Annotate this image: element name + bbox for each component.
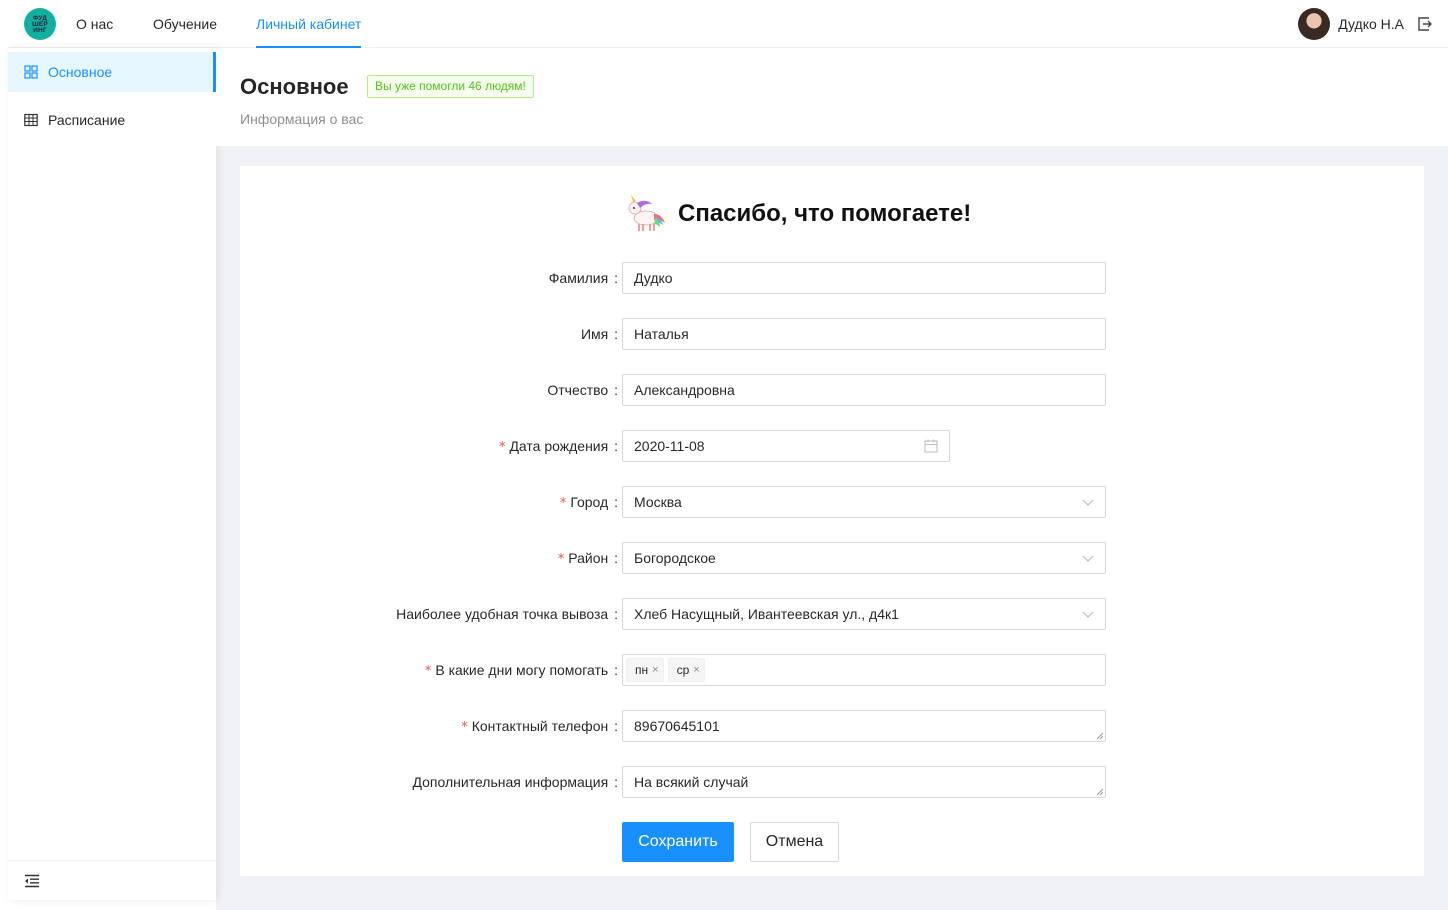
page-subtitle: Информация о вас — [240, 111, 364, 127]
profile-form-card: Спасибо, что помогаете! Фамилия : Дудко … — [240, 166, 1424, 876]
chevron-down-icon — [1082, 555, 1094, 562]
additional-info-value: На всякий случай — [634, 774, 749, 790]
phone-label: * Контактный телефон : — [461, 718, 618, 735]
calendar-icon[interactable] — [924, 439, 938, 453]
pickup-point-select[interactable]: Хлеб Насущный, Ивантеевская ул., д4к1 — [622, 598, 1106, 630]
day-tag: ср × — [667, 658, 705, 682]
city-select[interactable]: Москва — [622, 486, 1106, 518]
logout-icon[interactable] — [1416, 16, 1432, 32]
save-button[interactable]: Сохранить — [622, 822, 734, 862]
resize-handle-icon[interactable] — [1095, 731, 1104, 740]
days-label: * В какие дни могу помогать : — [424, 662, 618, 679]
district-select[interactable]: Богородское — [622, 542, 1106, 574]
sidebar-item-label: Основное — [48, 64, 113, 80]
sidebar: Основное Расписание — [8, 48, 216, 900]
page-header: Основное Вы уже помогли 46 людям! Информ… — [216, 48, 1448, 146]
form-title-text: Спасибо, что помогаете! — [678, 200, 972, 227]
sidebar-item-label: Расписание — [48, 112, 126, 128]
first-name-label: Имя : — [580, 326, 618, 342]
sidebar-item-schedule[interactable]: Расписание — [8, 100, 216, 140]
birth-date-picker[interactable]: 2020-11-08 — [622, 430, 950, 462]
form-row-city: * Город : Москва — [240, 486, 1424, 518]
form-row-birth-date: * Дата рождения : 2020-11-08 — [240, 430, 1424, 462]
additional-info-label: Дополнительная информация : — [412, 774, 619, 790]
cancel-button[interactable]: Отмена — [750, 822, 839, 862]
form-row-last-name: Фамилия : Дудко — [240, 262, 1424, 294]
form-row-first-name: Имя : Наталья — [240, 318, 1424, 350]
resize-handle-icon[interactable] — [1095, 787, 1104, 796]
patronymic-label: Отчество : — [547, 382, 618, 398]
user-name[interactable]: Дудко Н.А — [1338, 16, 1404, 32]
nav-learning[interactable]: Обучение — [153, 0, 217, 48]
pickup-point-label: Наиболее удобная точка вывоза : — [396, 606, 618, 622]
district-label: * Район : — [557, 550, 618, 567]
last-name-input[interactable]: Дудко — [622, 262, 1106, 294]
day-tag-label: ср — [676, 663, 690, 677]
form-row-pickup-point: Наиболее удобная точка вывоза : Хлеб Нас… — [240, 598, 1424, 630]
chevron-down-icon — [1082, 499, 1094, 506]
phone-value: 89670645101 — [634, 718, 720, 734]
birth-date-value: 2020-11-08 — [634, 438, 705, 454]
page-title: Основное — [240, 74, 349, 99]
day-tag-label: пн — [635, 663, 649, 677]
close-icon[interactable]: × — [652, 659, 658, 681]
city-value: Москва — [634, 494, 682, 510]
user-area: Дудко Н.А — [1298, 8, 1432, 40]
nav-about[interactable]: О нас — [76, 0, 113, 48]
close-icon[interactable]: × — [693, 659, 699, 681]
additional-info-textarea[interactable]: На всякий случай — [622, 766, 1106, 798]
phone-textarea[interactable]: 89670645101 — [622, 710, 1106, 742]
pickup-point-value: Хлеб Насущный, Ивантеевская ул., д4к1 — [634, 606, 899, 622]
city-label: * Город : — [559, 494, 618, 511]
days-multiselect[interactable]: пн × ср × — [622, 654, 1106, 686]
first-name-input[interactable]: Наталья — [622, 318, 1106, 350]
foodsharing-logo[interactable]: ФУД ШЕР ИНГ — [24, 8, 56, 40]
sidebar-item-main[interactable]: Основное — [8, 52, 216, 92]
form-row-district: * Район : Богородское — [240, 542, 1424, 574]
collapse-sidebar-button[interactable] — [8, 860, 216, 900]
form-row-additional-info: Дополнительная информация : На всякий сл… — [240, 766, 1424, 798]
form-row-patronymic: Отчество : Александровна — [240, 374, 1424, 406]
form-title: Спасибо, что помогаете! — [624, 194, 971, 234]
chevron-down-icon — [1082, 611, 1094, 618]
logo-line-3: ИНГ — [33, 27, 47, 34]
unicorn-icon — [628, 195, 665, 231]
birth-date-label: * Дата рождения : — [498, 438, 618, 455]
menu-fold-icon — [25, 874, 39, 887]
table-icon — [24, 113, 38, 127]
district-value: Богородское — [634, 550, 716, 566]
last-name-label: Фамилия : — [548, 270, 618, 286]
helped-people-badge: Вы уже помогли 46 людям! — [367, 75, 534, 98]
top-header: ФУД ШЕР ИНГ О нас Обучение Личный кабине… — [8, 0, 1448, 48]
form-row-days: * В какие дни могу помогать : пн × ср × — [240, 654, 1424, 686]
day-tag: пн × — [626, 658, 664, 682]
avatar[interactable] — [1298, 8, 1331, 40]
patronymic-input[interactable]: Александровна — [622, 374, 1106, 406]
form-row-phone: * Контактный телефон : 89670645101 — [240, 710, 1424, 742]
nav-personal-account[interactable]: Личный кабинет — [256, 0, 362, 48]
dashboard-icon — [24, 65, 38, 79]
